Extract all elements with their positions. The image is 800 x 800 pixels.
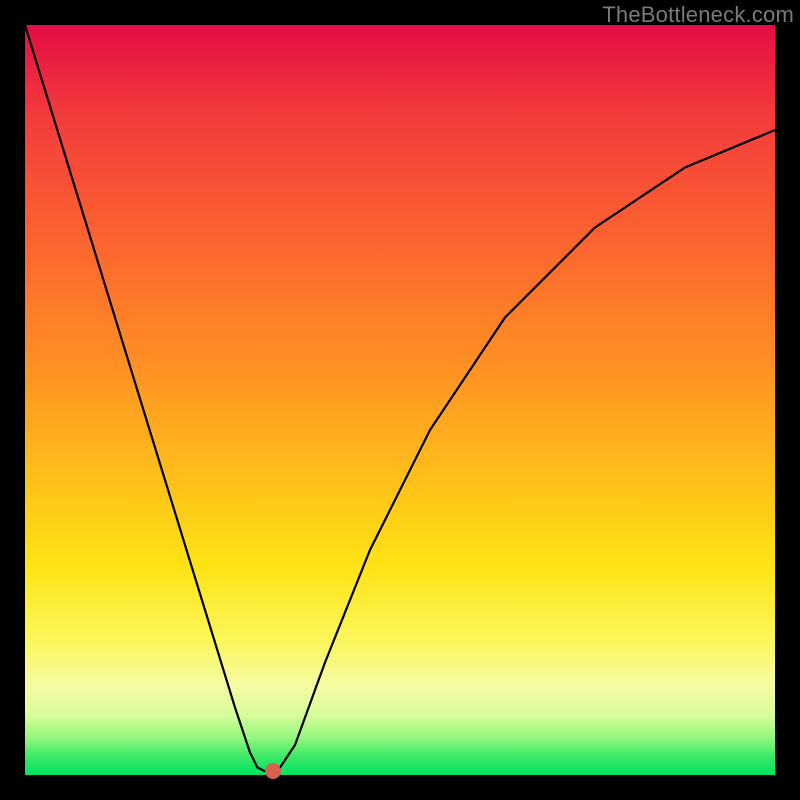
optimal-point-marker	[265, 763, 281, 779]
curve-svg	[25, 25, 775, 775]
bottleneck-curve	[25, 25, 775, 771]
plot-area	[25, 25, 775, 775]
chart-frame: TheBottleneck.com	[0, 0, 800, 800]
